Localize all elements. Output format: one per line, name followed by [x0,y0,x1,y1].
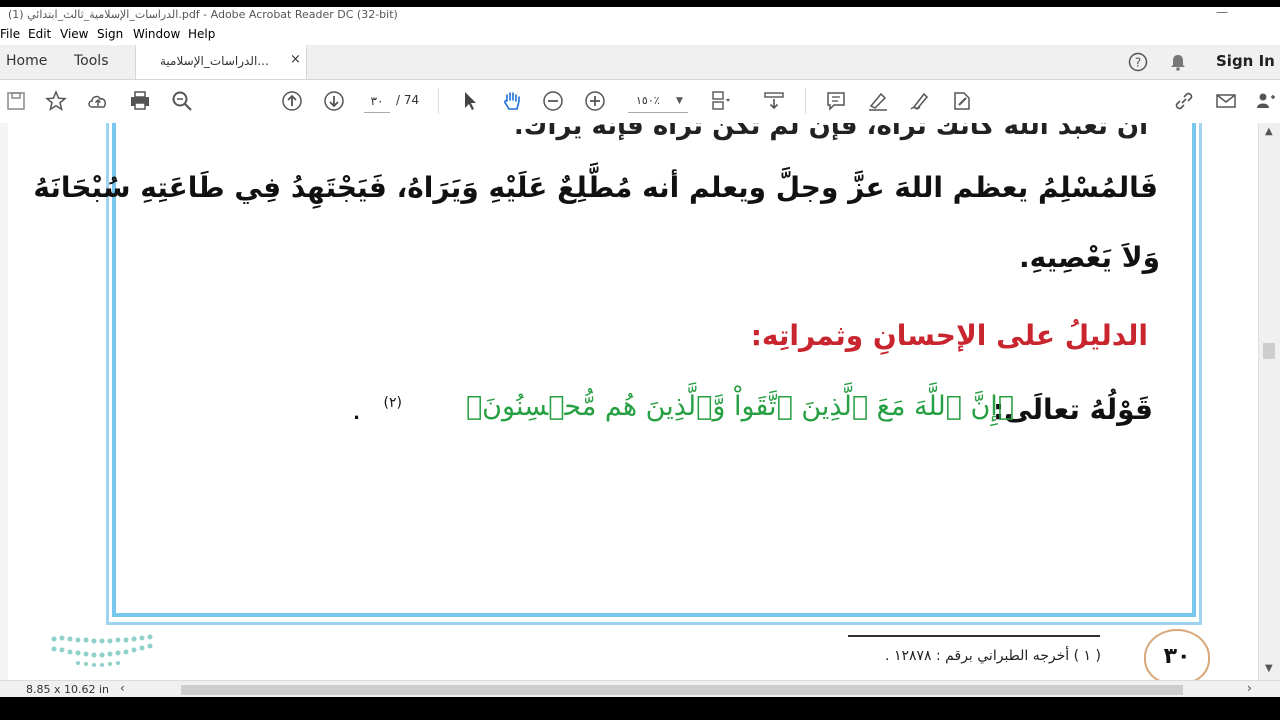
search-icon[interactable] [170,89,194,113]
scroll-right-icon[interactable]: › [1247,681,1252,695]
comment-icon[interactable] [824,89,848,113]
svg-text:?: ? [1135,56,1141,70]
select-cursor-icon[interactable] [458,89,482,113]
paragraph-line-1: فَالمُسْلِمُ يعظم اللهَ عزَّ وجلَّ ويعلم… [33,171,1158,204]
menu-view[interactable]: View [60,27,88,41]
page-size-label: 8.85 x 10.62 in [26,683,110,696]
scroll-left-icon[interactable]: ‹ [120,681,125,695]
print-icon[interactable] [128,89,152,113]
close-tab-icon[interactable]: × [290,52,301,67]
edit-pdf-icon[interactable] [950,89,974,113]
document-tab-label: الدراسات_الإسلامية... [160,54,269,68]
upload-cloud-icon[interactable] [86,89,110,113]
tab-home[interactable]: Home [6,53,47,69]
footnote-divider [848,635,1100,637]
tab-bar: Home Tools الدراسات_الإسلامية... × ? Sig… [0,45,1280,80]
menu-help[interactable]: Help [188,27,215,41]
zoom-out-icon[interactable] [541,89,565,113]
zoom-level-value: ١٥٠٪ [636,94,660,107]
save-icon[interactable] [4,89,28,113]
menu-file[interactable]: File [0,27,20,41]
sign-in-button[interactable]: Sign In [1216,52,1275,70]
help-icon[interactable]: ? [1128,52,1148,76]
menu-window[interactable]: Window [133,27,180,41]
scroll-up-icon[interactable]: ▲ [1265,126,1273,137]
fill-sign-icon[interactable] [908,89,932,113]
status-bar: 8.85 x 10.62 in ‹ › [0,680,1280,698]
scroll-mode-icon[interactable] [762,89,786,113]
toolbar: ٣٠ / 74 ١٥٠٪ ▼ [0,80,1280,124]
tab-document[interactable]: الدراسات_الإسلامية... × [135,45,307,79]
paragraph-line-2: وَلاَ يَعْصِيهِ. [1019,241,1160,274]
horizontal-scroll-thumb[interactable] [181,685,1183,695]
page-number-badge: ٣٠ [1144,629,1210,680]
highlight-pen-icon[interactable] [866,89,890,113]
vision-logo [51,634,153,667]
cut-off-top-line: أن تعبد الله كأنك تراه، فإن لم تكن تراه … [513,123,1148,141]
scroll-down-icon[interactable]: ▼ [1265,663,1273,674]
previous-page-icon[interactable] [280,89,304,113]
page-total: / 74 [396,93,420,107]
bell-icon[interactable] [1168,52,1188,76]
verse-end-period: . [353,403,360,424]
menu-bar: File Edit View Sign Window Help [0,23,1280,45]
link-icon[interactable] [1172,89,1196,113]
zoom-in-icon[interactable] [583,89,607,113]
star-icon[interactable] [44,89,68,113]
vertical-scrollbar[interactable]: ▲ ▼ [1258,123,1280,680]
share-users-icon[interactable] [1254,89,1278,113]
menu-edit[interactable]: Edit [28,27,51,41]
minimize-icon[interactable]: — [1216,7,1228,19]
page-display-icon[interactable] [710,89,734,113]
email-icon[interactable] [1214,89,1238,113]
verse-intro: قَوْلُهُ تعالَى: [992,393,1153,426]
hand-tool-icon[interactable] [500,89,524,113]
document-viewport[interactable]: أن تعبد الله كأنك تراه، فإن لم تكن تراه … [0,123,1258,680]
window-title: الدراسات_الإسلامية_ثالث_ابتدائي (1).pdf … [8,8,398,21]
screen-bottom-bar [0,697,1280,720]
toolbar-divider [438,88,439,114]
zoom-level-select[interactable]: ١٥٠٪ ▼ [628,92,688,113]
toolbar-divider [805,88,806,114]
footnote: ( ١ ) أخرجه الطبراني برقم : ١٢٨٧٨ . [885,648,1101,664]
menu-sign[interactable]: Sign [97,27,123,41]
quran-verse: ﴿إِنَّ ٱللَّهَ مَعَ ٱلَّذِينَ ٱتَّقَواْ … [465,391,1014,422]
title-bar: الدراسات_الإسلامية_ثالث_ابتدائي (1).pdf … [0,7,1280,23]
tab-tools[interactable]: Tools [74,53,109,69]
pdf-page: أن تعبد الله كأنك تراه، فإن لم تكن تراه … [8,123,1258,680]
page-number-input[interactable]: ٣٠ [364,92,390,113]
chevron-down-icon: ▼ [676,96,683,106]
verse-reference: (٢) [383,395,402,411]
section-heading: الدليلُ على الإحسانِ وثمراتِه: [750,319,1148,352]
next-page-icon[interactable] [322,89,346,113]
vertical-scroll-thumb[interactable] [1263,343,1275,359]
